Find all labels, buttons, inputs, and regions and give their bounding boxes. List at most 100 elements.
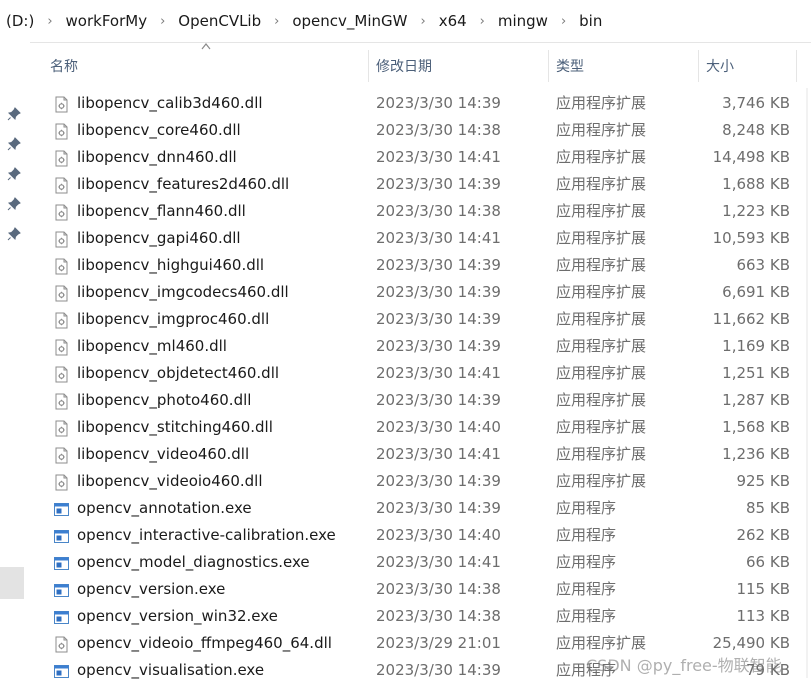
file-name: libopencv_photo460.dll — [77, 391, 252, 409]
file-row[interactable]: libopencv_ml460.dll 2023/3/30 14:39 应用程序扩展… — [0, 333, 800, 360]
file-explorer: (D:) › workForMy › OpenCVLib › opencv_MinGW › x6… — [0, 0, 811, 687]
column-divider[interactable] — [796, 50, 797, 82]
breadcrumb-item[interactable]: mingw — [496, 12, 550, 30]
breadcrumb-item[interactable]: workForMy — [64, 12, 150, 30]
file-type: 应用程序扩展 — [556, 472, 647, 490]
chevron-right-icon[interactable]: › — [409, 14, 436, 29]
file-name: opencv_videoio_ffmpeg460_64.dll — [77, 634, 332, 652]
file-date: 2023/3/30 14:38 — [376, 607, 501, 625]
file-name: libopencv_flann460.dll — [77, 202, 246, 220]
file-row[interactable]: libopencv_dnn460.dll 2023/3/30 14:41 应用程序扩… — [0, 144, 800, 171]
column-header-name[interactable]: 名称 — [50, 46, 368, 86]
file-name: opencv_model_diagnostics.exe — [77, 553, 310, 571]
file-row[interactable]: libopencv_stitching460.dll 2023/3/30 14:4… — [0, 414, 800, 441]
file-name: libopencv_core460.dll — [77, 121, 241, 139]
file-row[interactable]: libopencv_core460.dll 2023/3/30 14:38 应用程序… — [0, 117, 800, 144]
file-size: 1,169 KB — [722, 337, 790, 355]
dll-file-icon — [53, 122, 70, 140]
file-size: 6,691 KB — [722, 283, 790, 301]
dll-file-icon — [53, 257, 70, 275]
file-size: 85 KB — [746, 499, 790, 517]
exe-window-icon — [53, 527, 70, 544]
file-name: libopencv_imgproc460.dll — [77, 310, 270, 328]
file-row[interactable]: opencv_model_diagnostics.exe 2023/3/30 14… — [0, 549, 800, 576]
file-row[interactable]: libopencv_photo460.dll 2023/3/30 14:39 应用程… — [0, 387, 800, 414]
column-type-label: 类型 — [556, 59, 584, 75]
file-type: 应用程序 — [556, 607, 617, 625]
file-date: 2023/3/30 14:39 — [376, 283, 501, 301]
exe-window-icon — [53, 500, 70, 517]
file-row[interactable]: libopencv_imgcodecs460.dll 2023/3/30 14:3… — [0, 279, 800, 306]
chevron-right-icon[interactable]: › — [36, 14, 63, 29]
file-type: 应用程序扩展 — [556, 364, 647, 382]
breadcrumb-item[interactable]: (D:) — [4, 12, 36, 30]
breadcrumb-item[interactable]: opencv_MinGW — [290, 12, 409, 30]
file-row[interactable]: libopencv_video460.dll 2023/3/30 14:41 应用程… — [0, 441, 800, 468]
vertical-scrollbar[interactable] — [799, 44, 811, 687]
file-row[interactable]: libopencv_videoio460.dll 2023/3/30 14:39 应… — [0, 468, 800, 495]
file-date: 2023/3/30 14:39 — [376, 94, 501, 112]
exe-window-icon — [53, 662, 70, 679]
file-type: 应用程序扩展 — [556, 256, 647, 274]
exe-window-icon — [53, 608, 70, 625]
file-date: 2023/3/30 14:39 — [376, 472, 501, 490]
dll-file-icon — [53, 176, 70, 194]
column-divider[interactable] — [698, 50, 699, 82]
file-row[interactable]: libopencv_calib3d460.dll 2023/3/30 14:39 应… — [0, 90, 800, 117]
chevron-right-icon[interactable]: › — [469, 14, 496, 29]
file-date: 2023/3/30 14:38 — [376, 202, 501, 220]
file-type: 应用程序 — [556, 499, 617, 517]
column-name-label: 名称 — [50, 59, 78, 75]
file-name: opencv_version_win32.exe — [77, 607, 278, 625]
file-size: 14,498 KB — [712, 148, 790, 166]
file-type: 应用程序扩展 — [556, 310, 647, 328]
file-row[interactable]: libopencv_gapi460.dll 2023/3/30 14:41 应用程序… — [0, 225, 800, 252]
file-size: 113 KB — [736, 607, 790, 625]
file-date: 2023/3/30 14:41 — [376, 445, 501, 463]
file-row[interactable]: libopencv_flann460.dll 2023/3/30 14:38 应用程… — [0, 198, 800, 225]
file-name: libopencv_stitching460.dll — [77, 418, 273, 436]
file-row[interactable]: libopencv_imgproc460.dll 2023/3/30 14:39 应… — [0, 306, 800, 333]
file-date: 2023/3/30 14:41 — [376, 229, 501, 247]
file-name: libopencv_highgui460.dll — [77, 256, 265, 274]
file-row[interactable]: libopencv_highgui460.dll 2023/3/30 14:39 应… — [0, 252, 800, 279]
file-size: 8,248 KB — [722, 121, 790, 139]
breadcrumb-item[interactable]: bin — [577, 12, 604, 30]
column-header-date[interactable]: 修改日期 — [376, 46, 548, 86]
file-size: 66 KB — [746, 553, 790, 571]
file-date: 2023/3/30 14:39 — [376, 661, 501, 679]
file-date: 2023/3/30 14:39 — [376, 337, 501, 355]
column-header-type[interactable]: 类型 — [556, 46, 692, 86]
file-row[interactable]: opencv_interactive-calibration.exe 2023/3… — [0, 522, 800, 549]
breadcrumb-item[interactable]: x64 — [437, 12, 469, 30]
file-name: opencv_visualisation.exe — [77, 661, 265, 679]
watermark: CSDN @py_free-物联智能 — [586, 656, 782, 675]
file-row[interactable]: opencv_version.exe 2023/3/30 14:38 应用程序 115… — [0, 576, 800, 603]
scrollbar-track[interactable] — [806, 88, 808, 678]
chevron-right-icon[interactable]: › — [550, 14, 577, 29]
file-size: 1,688 KB — [722, 175, 790, 193]
dll-file-icon — [53, 635, 70, 653]
file-name: libopencv_objdetect460.dll — [77, 364, 280, 382]
file-size: 3,746 KB — [722, 94, 790, 112]
column-divider[interactable] — [368, 50, 369, 82]
file-row[interactable]: libopencv_objdetect460.dll 2023/3/30 14:4… — [0, 360, 800, 387]
column-divider[interactable] — [548, 50, 549, 82]
breadcrumb-item[interactable]: OpenCVLib — [176, 12, 263, 30]
file-type: 应用程序扩展 — [556, 337, 647, 355]
file-size: 115 KB — [736, 580, 790, 598]
address-bar[interactable]: (D:) › workForMy › OpenCVLib › opencv_MinGW › x6… — [0, 0, 811, 43]
dll-file-icon — [53, 284, 70, 302]
column-header-size[interactable]: 大小 — [706, 46, 796, 86]
file-type: 应用程序扩展 — [556, 418, 647, 436]
file-date: 2023/3/30 14:39 — [376, 499, 501, 517]
column-date-label: 修改日期 — [376, 59, 432, 75]
chevron-right-icon[interactable]: › — [263, 14, 290, 29]
file-size: 663 KB — [736, 256, 790, 274]
file-row[interactable]: libopencv_features2d460.dll 2023/3/30 14:… — [0, 171, 800, 198]
file-row[interactable]: opencv_annotation.exe 2023/3/30 14:39 应用程序… — [0, 495, 800, 522]
file-date: 2023/3/30 14:39 — [376, 256, 501, 274]
file-type: 应用程序扩展 — [556, 121, 647, 139]
file-row[interactable]: opencv_version_win32.exe 2023/3/30 14:38 应… — [0, 603, 800, 630]
chevron-right-icon[interactable]: › — [149, 14, 176, 29]
